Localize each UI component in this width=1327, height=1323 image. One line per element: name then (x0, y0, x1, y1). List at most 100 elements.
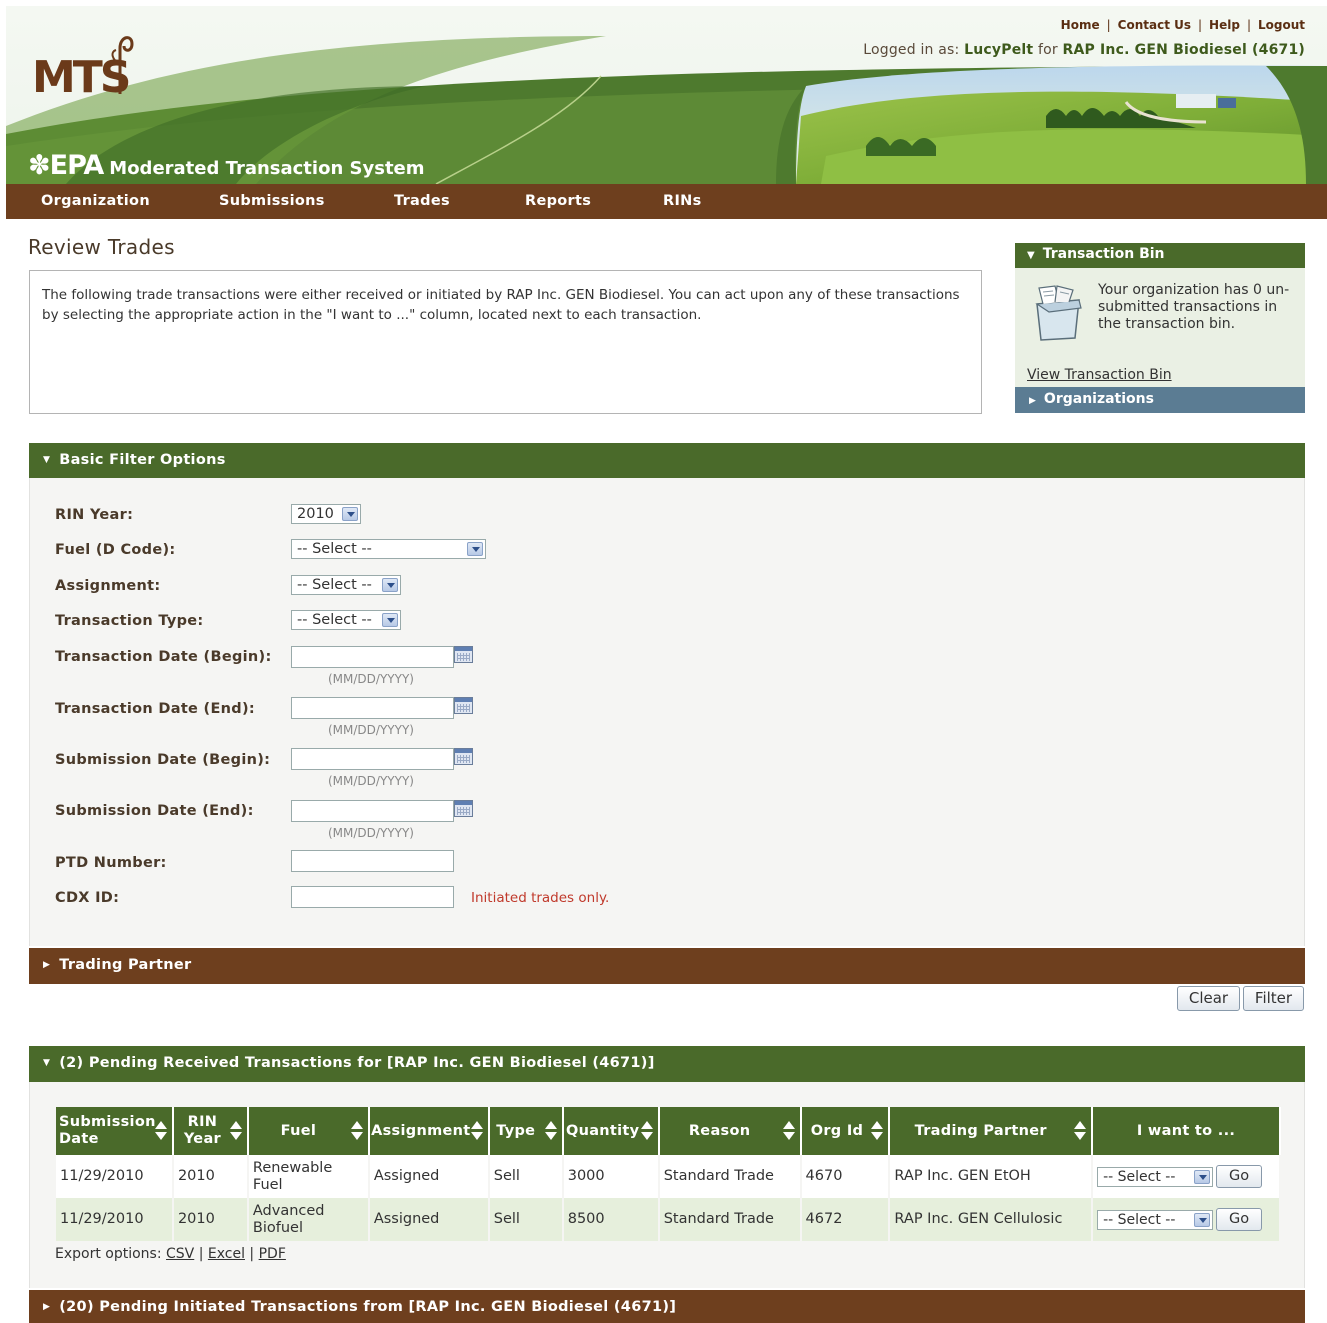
cell-trading-partner: RAP Inc. GEN EtOH (889, 1155, 1094, 1198)
nav-rins[interactable]: RINs (663, 193, 702, 209)
col-i-want-to: I want to ... (1092, 1107, 1281, 1155)
cell-assignment: Assigned (368, 1155, 490, 1198)
mts-logo[interactable]: MTS (28, 24, 138, 104)
intro-text: The following trade transactions were ei… (29, 270, 982, 414)
date-format-hint: (MM/DD/YYYY) (328, 826, 414, 840)
collapse-triangle-icon: ▼ (43, 1058, 51, 1068)
transaction-type-value: -- Select -- (297, 612, 372, 628)
calendar-icon[interactable] (454, 697, 473, 714)
export-pdf-link[interactable]: PDF (259, 1246, 286, 1262)
sort-icon[interactable] (544, 1121, 558, 1141)
assignment-select[interactable]: -- Select -- (291, 575, 401, 595)
logout-link[interactable]: Logout (1258, 18, 1305, 32)
ptd-number-input[interactable] (291, 850, 454, 872)
cell-quantity: 3000 (562, 1155, 660, 1198)
cdx-id-input[interactable] (291, 886, 454, 908)
view-transaction-bin-link[interactable]: View Transaction Bin (1027, 367, 1172, 383)
go-button[interactable]: Go (1216, 1165, 1263, 1188)
sort-icon[interactable] (470, 1121, 484, 1141)
fuel-label: Fuel (D Code): (55, 542, 176, 558)
sort-icon[interactable] (1073, 1121, 1087, 1141)
sort-icon[interactable] (350, 1121, 364, 1141)
col-rin-year[interactable]: RIN Year (172, 1107, 249, 1155)
export-excel-link[interactable]: Excel (208, 1246, 245, 1262)
transaction-bin-title: Transaction Bin (1042, 246, 1165, 262)
initiated-transactions-title: (20) Pending Initiated Transactions from… (59, 1299, 677, 1315)
col-reason[interactable]: Reason (658, 1107, 802, 1155)
calendar-icon[interactable] (454, 800, 473, 817)
received-transactions-header[interactable]: ▼ (2) Pending Received Transactions for [… (29, 1046, 1305, 1082)
logged-in-org: RAP Inc. GEN Biodiesel (4671) (1062, 42, 1305, 58)
rin-year-select[interactable]: 2010 (291, 504, 361, 524)
col-fuel[interactable]: Fuel (247, 1107, 370, 1155)
action-select[interactable]: -- Select -- (1097, 1209, 1214, 1230)
organizations-title: Organizations (1043, 391, 1154, 407)
cdx-id-note: Initiated trades only. (471, 890, 610, 906)
trading-partner-header[interactable]: ▶ Trading Partner (29, 948, 1305, 984)
cell-rin-year: 2010 (172, 1198, 249, 1241)
contact-us-link[interactable]: Contact Us (1118, 18, 1191, 32)
calendar-icon[interactable] (454, 646, 473, 663)
dropdown-arrow-icon (467, 542, 483, 556)
nav-organization[interactable]: Organization (41, 193, 150, 209)
cell-quantity: 8500 (562, 1198, 660, 1241)
dropdown-arrow-icon (382, 613, 398, 627)
cell-fuel: Renewable Fuel (247, 1155, 370, 1198)
clear-button[interactable]: Clear (1177, 986, 1240, 1011)
initiated-transactions-header[interactable]: ▶ (20) Pending Initiated Transactions fro… (29, 1290, 1305, 1323)
table-header-row: Submission Date RIN Year Fuel Assignment… (56, 1107, 1281, 1155)
col-assignment[interactable]: Assignment (368, 1107, 490, 1155)
dropdown-arrow-icon (1194, 1212, 1211, 1227)
transaction-date-end-input[interactable] (291, 697, 454, 719)
sort-icon[interactable] (154, 1121, 168, 1141)
expand-triangle-icon: ▶ (1029, 396, 1036, 406)
action-select-value: -- Select -- (1103, 1168, 1176, 1185)
filter-button[interactable]: Filter (1243, 986, 1304, 1011)
nav-reports[interactable]: Reports (525, 193, 591, 209)
top-links: Home | Contact Us | Help | Logout (1060, 18, 1305, 32)
sort-icon[interactable] (229, 1121, 243, 1141)
nav-submissions[interactable]: Submissions (219, 193, 325, 209)
logged-in-prefix: Logged in as: (863, 42, 960, 58)
received-transactions-table: Submission Date RIN Year Fuel Assignment… (56, 1107, 1281, 1241)
go-button[interactable]: Go (1216, 1208, 1263, 1231)
transaction-type-select[interactable]: -- Select -- (291, 610, 401, 630)
sort-icon[interactable] (870, 1121, 884, 1141)
col-trading-partner[interactable]: Trading Partner (889, 1107, 1094, 1155)
help-link[interactable]: Help (1209, 18, 1240, 32)
epa-system-title: ✽EPA Moderated Transaction System (28, 150, 425, 181)
action-select[interactable]: -- Select -- (1097, 1166, 1214, 1187)
export-label: Export options: (55, 1246, 162, 1262)
page-title: Review Trades (28, 235, 175, 259)
col-type[interactable]: Type (488, 1107, 564, 1155)
cell-type: Sell (488, 1198, 564, 1241)
calendar-icon[interactable] (454, 748, 473, 765)
col-submission-date[interactable]: Submission Date (56, 1107, 174, 1155)
main-nav: Organization Submissions Trades Reports … (6, 184, 1327, 219)
basic-filter-header[interactable]: ▼ Basic Filter Options (29, 443, 1305, 479)
assignment-value: -- Select -- (297, 577, 372, 593)
submission-date-end-input[interactable] (291, 800, 454, 822)
rin-year-label: RIN Year: (55, 507, 134, 523)
epa-logo-icon: ✽EPA (28, 150, 104, 181)
fuel-select[interactable]: -- Select -- (291, 539, 486, 559)
submission-date-begin-input[interactable] (291, 748, 454, 770)
transaction-bin-header[interactable]: ▼ Transaction Bin (1015, 243, 1305, 268)
date-format-hint: (MM/DD/YYYY) (328, 774, 414, 788)
collapse-triangle-icon: ▼ (43, 455, 51, 465)
col-org-id[interactable]: Org Id (800, 1107, 891, 1155)
home-link[interactable]: Home (1061, 18, 1100, 32)
organizations-header[interactable]: ▶ Organizations (1015, 387, 1305, 413)
cell-submission-date: 11/29/2010 (56, 1198, 174, 1241)
expand-triangle-icon: ▶ (43, 1302, 51, 1312)
ptd-number-label: PTD Number: (55, 855, 167, 871)
export-csv-link[interactable]: CSV (166, 1246, 194, 1262)
transaction-date-begin-input[interactable] (291, 646, 454, 668)
nav-trades[interactable]: Trades (394, 193, 450, 209)
col-quantity[interactable]: Quantity (562, 1107, 660, 1155)
submission-date-begin-label: Submission Date (Begin): (55, 752, 271, 768)
sort-icon[interactable] (782, 1121, 796, 1141)
cell-trading-partner: RAP Inc. GEN Cellulosic (889, 1198, 1094, 1241)
sort-icon[interactable] (640, 1121, 654, 1141)
basic-filter-body: RIN Year: 2010 Fuel (D Code): -- Select … (29, 478, 1305, 946)
